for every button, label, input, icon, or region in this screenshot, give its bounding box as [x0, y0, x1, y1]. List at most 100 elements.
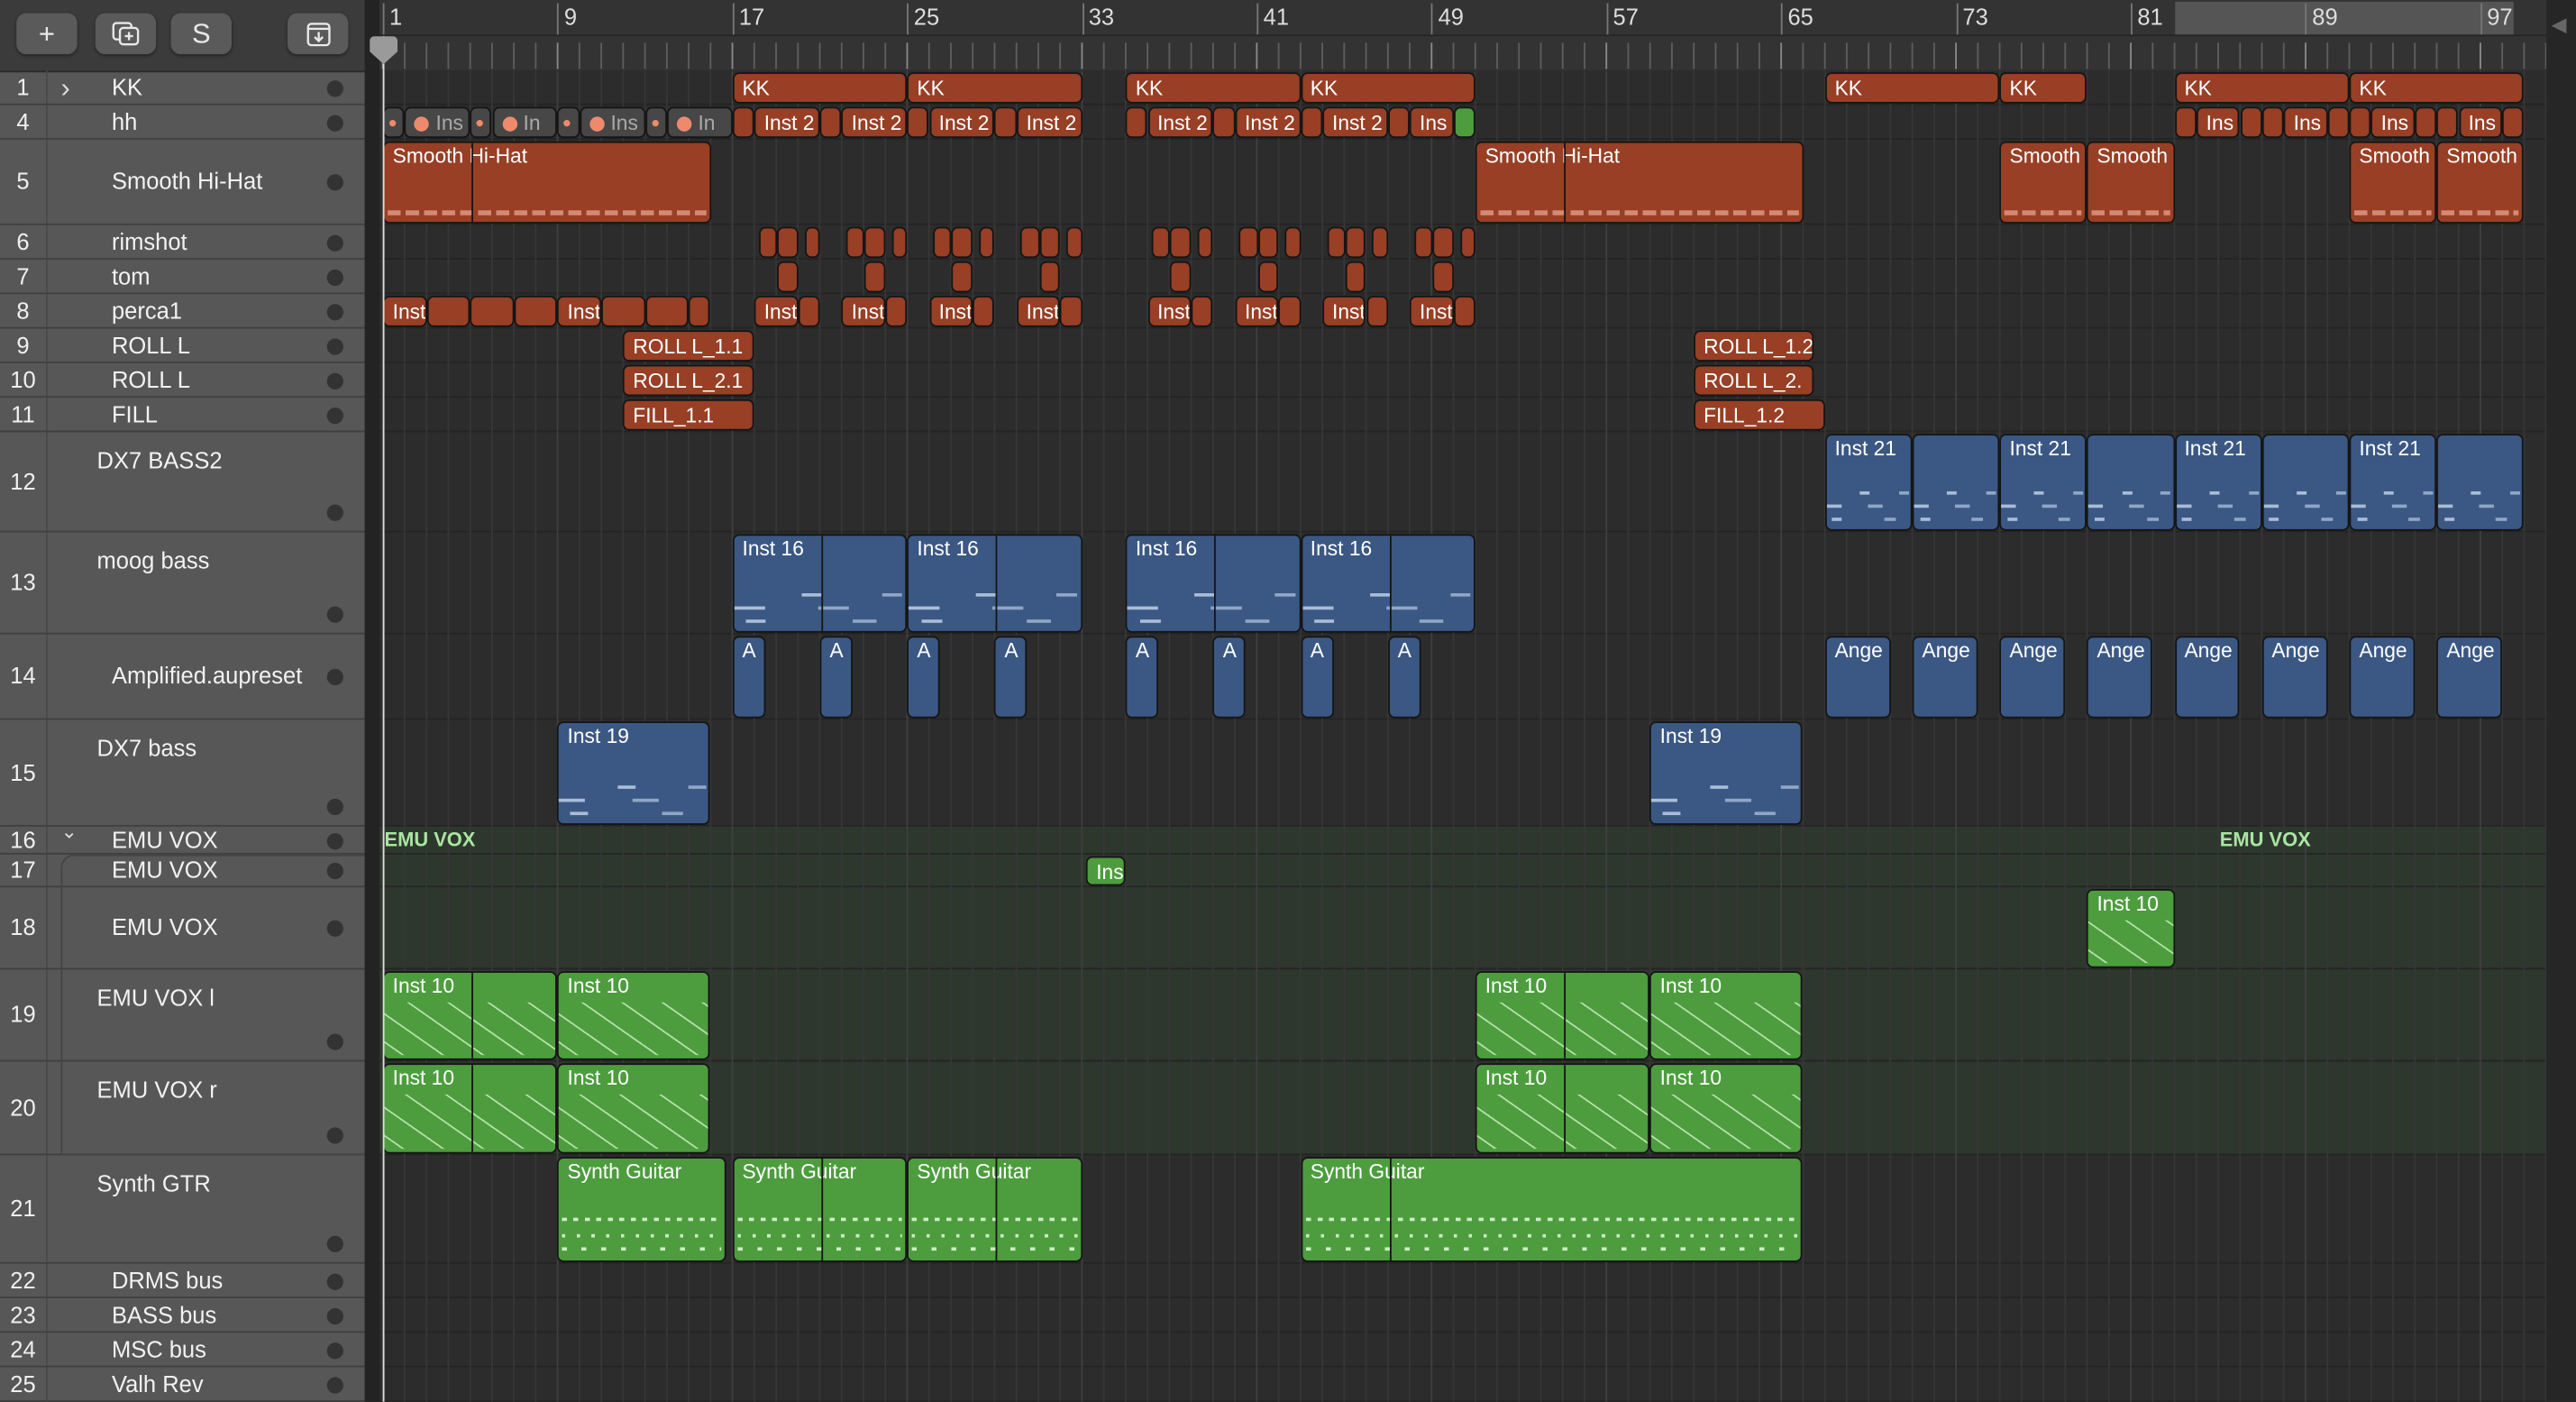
track-header[interactable]: 24 MSC bus [0, 1333, 365, 1368]
region[interactable]: Ange [2087, 636, 2153, 719]
region[interactable]: Inst 10 [1649, 971, 1804, 1060]
track-name[interactable]: rimshot [112, 227, 187, 253]
region[interactable]: Smooth [2087, 141, 2175, 224]
track-header[interactable]: 5 Smooth Hi-Hat [0, 140, 365, 225]
record-enable-dot[interactable] [326, 371, 343, 389]
region[interactable] [470, 296, 515, 327]
region[interactable]: KK [1999, 72, 2087, 104]
region[interactable] [804, 226, 820, 259]
track-lane[interactable] [379, 1264, 2547, 1298]
region[interactable]: Inst 5 [754, 296, 799, 327]
record-enable-dot[interactable] [326, 1272, 343, 1289]
region[interactable]: Ins [579, 106, 645, 139]
region[interactable]: Ins [2196, 106, 2241, 139]
track-header[interactable]: 14 Amplified.aupreset [0, 635, 365, 720]
track-header[interactable]: 21 Synth GTR [0, 1155, 365, 1264]
region[interactable]: ROLL L_2.1 [623, 364, 754, 397]
track-name[interactable]: perca1 [112, 297, 182, 323]
region[interactable] [2174, 106, 2197, 139]
record-enable-dot[interactable] [326, 337, 343, 354]
region[interactable] [1170, 226, 1192, 259]
region[interactable]: Ange [2174, 636, 2241, 719]
record-enable-dot[interactable] [326, 504, 343, 521]
region[interactable] [382, 106, 405, 139]
region[interactable] [2261, 434, 2350, 531]
region[interactable]: Inst 21 [1824, 434, 1913, 531]
region[interactable]: Inst 16 [1300, 534, 1475, 633]
track-header[interactable]: 1 KK › [0, 70, 365, 105]
region[interactable]: A [1387, 636, 1421, 719]
region[interactable]: Inst 10 [557, 971, 711, 1060]
record-enable-dot[interactable] [326, 1376, 343, 1393]
region[interactable]: Inst 10 [382, 1063, 558, 1154]
region[interactable] [891, 226, 908, 259]
import-button[interactable] [287, 13, 349, 55]
region[interactable] [2349, 106, 2371, 139]
record-enable-dot[interactable] [326, 407, 343, 424]
record-enable-dot[interactable] [326, 606, 343, 623]
region[interactable] [933, 226, 953, 259]
region[interactable] [1039, 226, 1061, 259]
region[interactable] [1257, 261, 1279, 293]
region[interactable] [864, 261, 886, 293]
region[interactable]: KK [1300, 72, 1475, 104]
region[interactable] [1170, 261, 1192, 293]
track-header[interactable]: 13 moog bass [0, 533, 365, 635]
region[interactable] [1191, 296, 1213, 327]
region[interactable]: FILL_1.1 [623, 399, 754, 431]
record-enable-dot[interactable] [326, 1306, 343, 1324]
region[interactable] [1284, 226, 1301, 259]
region[interactable]: Inst 19 [1649, 721, 1804, 825]
region[interactable]: Ange [2349, 636, 2416, 719]
tracks-area[interactable]: KK KK KK KK KK KK KK KK Ins In Ins In Inst 2 Inst 2 In… [379, 70, 2547, 1402]
track-name[interactable]: moog bass [97, 547, 210, 573]
region[interactable]: Inst 5 [841, 296, 886, 327]
region[interactable] [798, 296, 820, 327]
track-header[interactable]: 15 DX7 bass [0, 719, 365, 827]
region[interactable]: Synth Guitar [907, 1157, 1082, 1262]
track-name[interactable]: Amplified.aupreset [112, 663, 302, 689]
record-enable-dot[interactable] [326, 1235, 343, 1252]
region[interactable]: FILL_1.2 [1694, 399, 1825, 431]
track-name[interactable]: DX7 BASS2 [97, 447, 223, 473]
region[interactable]: Smooth [1999, 141, 2087, 224]
region[interactable] [994, 106, 1017, 139]
track-lane[interactable] [379, 1298, 2547, 1333]
region[interactable]: Ange [2436, 636, 2503, 719]
region[interactable] [514, 296, 558, 327]
track-name[interactable]: EMU VOX [112, 826, 218, 852]
region[interactable]: Inst 10 [1475, 971, 1650, 1060]
region[interactable] [1345, 261, 1366, 293]
region[interactable]: Inst 19 [557, 721, 711, 825]
region[interactable] [2436, 106, 2459, 139]
region[interactable] [819, 106, 842, 139]
region[interactable]: KK [907, 72, 1082, 104]
region[interactable] [1020, 226, 1040, 259]
region[interactable]: Smooth Hi-Hat [1475, 141, 1804, 224]
region[interactable]: A [1212, 636, 1247, 719]
region[interactable]: Ins [1086, 856, 1126, 886]
region[interactable] [1039, 261, 1061, 293]
region[interactable]: Inst 5 [1410, 296, 1454, 327]
region[interactable]: Ange [1999, 636, 2066, 719]
region[interactable]: Inst 10 [2087, 889, 2175, 968]
record-enable-dot[interactable] [326, 832, 343, 849]
region[interactable] [1432, 226, 1454, 259]
region[interactable]: Smooth Hi-Hat [382, 141, 711, 224]
region[interactable]: Inst 16 [1125, 534, 1301, 633]
region[interactable]: Smooth [2349, 141, 2437, 224]
region[interactable]: A [732, 636, 765, 719]
chevron-down-icon[interactable]: ⌄ [60, 820, 77, 844]
region[interactable] [952, 226, 973, 259]
region[interactable] [601, 296, 645, 327]
region[interactable]: Inst 5 [1147, 296, 1192, 327]
track-name[interactable]: Synth GTR [97, 1170, 211, 1196]
track-header[interactable]: 4 hh [0, 105, 365, 140]
region[interactable]: Inst 2 [1147, 106, 1213, 139]
region[interactable]: KK [2174, 72, 2350, 104]
region[interactable] [1212, 106, 1236, 139]
region[interactable]: Inst 21 [1999, 434, 2087, 531]
region[interactable] [1453, 296, 1475, 327]
region[interactable] [1125, 106, 1148, 139]
region[interactable]: In [491, 106, 558, 139]
